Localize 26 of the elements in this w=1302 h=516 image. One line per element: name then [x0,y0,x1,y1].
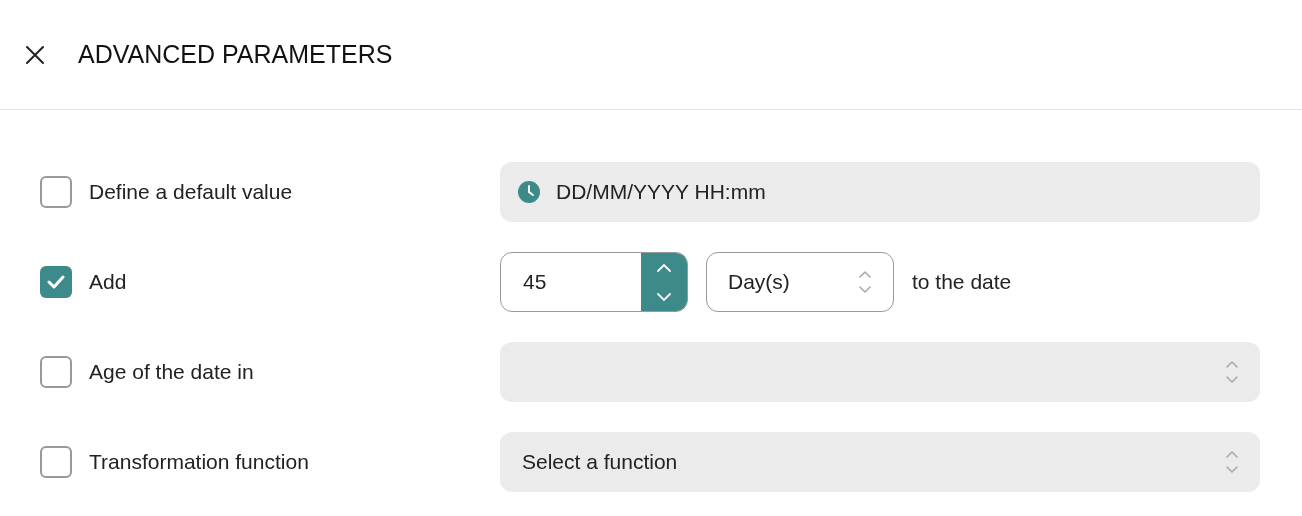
unit-select[interactable]: Day(s) [706,252,894,312]
select-field[interactable] [500,342,1260,402]
number-input[interactable]: 45 [501,253,641,311]
option-label: Add [89,269,127,296]
option-label: Age of the date in [89,359,254,386]
checkbox[interactable] [40,176,72,208]
chevron-up-icon [656,262,672,273]
number-field[interactable]: 45 [500,252,688,312]
clock-icon [518,181,540,203]
checkbox[interactable] [40,266,72,298]
datetime-field[interactable]: DD/MM/YYYY HH:mm [500,162,1260,222]
check-icon [47,275,65,289]
suffix-text: to the date [912,269,1012,296]
panel-title: ADVANCED PARAMETERS [78,38,393,70]
option-label: Transformation function [89,449,309,476]
close-button[interactable] [24,43,46,66]
select-field[interactable]: Select a function [500,432,1260,492]
checkbox[interactable] [40,356,72,388]
up-down-chevron-icon [1224,359,1240,385]
up-down-chevron-icon [1224,449,1240,475]
close-icon [25,44,45,65]
option-label: Define a default value [89,179,293,206]
up-down-chevron-icon [857,269,873,295]
checkbox[interactable] [40,446,72,478]
chevron-down-icon [656,291,672,302]
datetime-input[interactable]: DD/MM/YYYY HH:mm [556,176,1242,208]
